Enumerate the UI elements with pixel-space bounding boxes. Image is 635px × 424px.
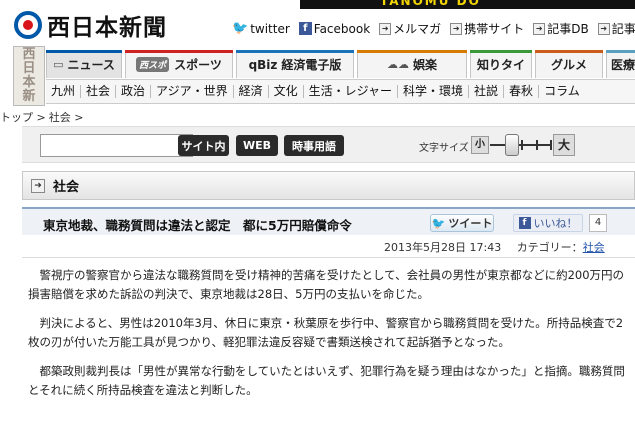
tab-qbiz[interactable]: qBiz 経済電子版 [236, 50, 354, 78]
font-size-slider-handle[interactable] [505, 134, 519, 156]
section-title: 社会 [53, 180, 80, 195]
subnav-column[interactable]: コラム [539, 85, 585, 98]
article-meta: 2013年5月28日 17:43 カテゴリー：社会 [384, 239, 605, 255]
mobile-site-link[interactable]: ➜ 携帯サイト [450, 20, 524, 37]
tab-medical-label: 医療 [611, 58, 635, 72]
subnav-economy[interactable]: 経済 [234, 85, 269, 98]
like-count: 4 [589, 214, 607, 232]
twitter-link[interactable]: 🐦 twitter [232, 21, 290, 36]
qbiz-logo: qBiz [248, 57, 278, 72]
arrow-icon: ➜ [533, 22, 546, 35]
font-small-button[interactable]: 小 [471, 136, 489, 154]
section-header: ➜ 社会 [22, 171, 635, 200]
subnav-politics[interactable]: 政治 [116, 85, 152, 98]
tab-gourmet[interactable]: グルメ [535, 50, 603, 78]
search-input[interactable] [40, 134, 193, 157]
news-icon: ▭ [53, 58, 64, 71]
twitter-link-label: twitter [250, 21, 290, 36]
paragraph-text: 都築政則裁判長は「男性が異常な行動をしていたとはいえず、犯罪行為を疑う理由はなか… [28, 364, 625, 397]
article-title-bar: 東京地裁、職務質問は違法と認定 都に5万円賠償命令 🐦 ツイート f いいね！ 4 [22, 207, 635, 235]
nishispo-logo: 西スポ [136, 57, 170, 72]
arrow-icon: ➜ [597, 22, 610, 35]
mobile-site-link-label: 携帯サイト [464, 22, 525, 36]
slider-tick [550, 140, 552, 150]
article-date: 2013年5月28日 17:43 [384, 241, 502, 254]
article-paragraph: 警視庁の警察官から違法な職務質問を受け精神的苦痛を受けたとして、会社員の男性が東… [28, 266, 628, 304]
article-paragraph: 判決によると、男性は2010年3月、休日に東京・秋葉原を歩行中、警察官から職務質… [28, 314, 628, 352]
ad-text: TANOMU DO [380, 0, 481, 8]
font-large-button[interactable]: 大 [553, 134, 575, 156]
facebook-icon: f [518, 217, 531, 229]
tab-shiritai[interactable]: 知りタイ [470, 50, 532, 78]
breadcrumb-top[interactable]: トップ > [0, 109, 46, 125]
subnav-asia-world[interactable]: アジア・世界 [151, 85, 234, 98]
logo-mark-icon [14, 11, 42, 39]
tweet-button[interactable]: 🐦 ツイート [430, 214, 494, 232]
article-db-link-label: 記事DB [547, 22, 589, 36]
arrow-icon: ➜ [31, 178, 45, 193]
like-label: いいね！ [533, 217, 578, 230]
facebook-icon: f [298, 22, 312, 35]
glossary-search-button[interactable]: 時事用語 [284, 135, 344, 156]
subnav-society[interactable]: 社会 [81, 85, 117, 98]
font-size-label: 文字サイズ [419, 143, 469, 154]
arrow-icon: ➜ [379, 22, 392, 35]
top-ad-banner[interactable]: TANOMU DO [300, 0, 635, 9]
subnav-kyushu[interactable]: 九州 [46, 85, 82, 98]
tab-medical[interactable]: 医療 [606, 50, 635, 78]
article-db-link[interactable]: ➜ 記事DB [533, 20, 589, 37]
sub-navigation: 九州 社会 政治 アジア・世界 経済 文化 生活・レジャー 科学・環境 社説 春… [46, 79, 635, 104]
tab-entertainment[interactable]: ☁☁ 娯楽 [357, 50, 467, 78]
tab-shiritai-label: 知りタイ [476, 58, 525, 72]
site-header: TANOMU DO 西日本新聞 🐦 twitter f Facebook ➜ メルマガ… [0, 0, 635, 44]
tab-qbiz-label: 経済電子版 [281, 58, 342, 72]
tab-news[interactable]: ▭ ニュース [46, 50, 122, 78]
site-logo[interactable]: 西日本新聞 [14, 8, 167, 42]
subnav-life-leisure[interactable]: 生活・レジャー [304, 85, 399, 98]
mailmag-link[interactable]: ➜ メルマガ [379, 20, 441, 37]
paragraph-text: 判決によると、男性は2010年3月、休日に東京・秋葉原を歩行中、警察官から職務質… [28, 316, 624, 349]
slider-tick [521, 140, 523, 150]
article-link-label: 記事 [611, 22, 635, 36]
header-links: 🐦 twitter f Facebook ➜ メルマガ ➜ 携帯サイト ➜ 記事DB ➜ 記… [232, 20, 635, 37]
slider-tick [536, 140, 538, 150]
site-name: 西日本新聞 [47, 14, 167, 41]
site-search-button[interactable]: サイト内 [178, 135, 229, 156]
tab-entertainment-label: 娯楽 [412, 58, 437, 72]
side-vertical-logo: 西日本新 [13, 46, 45, 106]
breadcrumb-society[interactable]: 社会 > [49, 109, 84, 125]
subnav-editorial[interactable]: 社説 [469, 85, 505, 98]
paragraph-text: 警視庁の警察官から違法な職務質問を受け精神的苦痛を受けたとして、会社員の男性が東… [28, 268, 625, 301]
article-title: 東京地裁、職務質問は違法と認定 都に5万円賠償命令 [43, 218, 352, 233]
web-search-button[interactable]: WEB [236, 135, 278, 156]
tab-news-label: ニュース [67, 58, 115, 72]
subnav-culture[interactable]: 文化 [269, 85, 304, 98]
arrow-icon: ➜ [450, 22, 463, 35]
tab-sports[interactable]: 西スポ スポーツ [125, 50, 233, 78]
article-paragraph: 都築政則裁判長は「男性が異常な行動をしていたとはいえず、犯罪行為を疑う理由はなか… [28, 362, 628, 400]
twitter-icon: 🐦 [431, 216, 446, 230]
facebook-link-label: Facebook [313, 21, 371, 36]
divider [22, 257, 635, 258]
tab-sports-label: スポーツ [174, 58, 222, 72]
subnav-shunju[interactable]: 春秋 [504, 85, 540, 98]
twitter-icon: 🐦 [232, 21, 249, 36]
cloud-icon: ☁☁ [386, 58, 409, 71]
mailmag-link-label: メルマガ [393, 22, 442, 36]
subnav-science-environment[interactable]: 科学・環境 [398, 85, 470, 98]
search-bar: サイト内 WEB 時事用語 文字サイズ 小 大 [22, 126, 635, 163]
breadcrumb: トップ > 社会 > [0, 109, 86, 125]
category-label: カテゴリー： [516, 241, 583, 254]
article-link[interactable]: ➜ 記事 [597, 20, 635, 37]
facebook-link[interactable]: f Facebook [298, 21, 371, 36]
tab-gourmet-label: グルメ [550, 58, 587, 72]
category-tabs: ▭ ニュース 西スポ スポーツ qBiz 経済電子版 ☁☁ 娯楽 知りタイ グルメ 医療 [46, 50, 635, 78]
tweet-label: ツイート [448, 217, 493, 230]
facebook-like-button[interactable]: f いいね！ [513, 214, 583, 232]
category-link[interactable]: 社会 [583, 241, 605, 254]
